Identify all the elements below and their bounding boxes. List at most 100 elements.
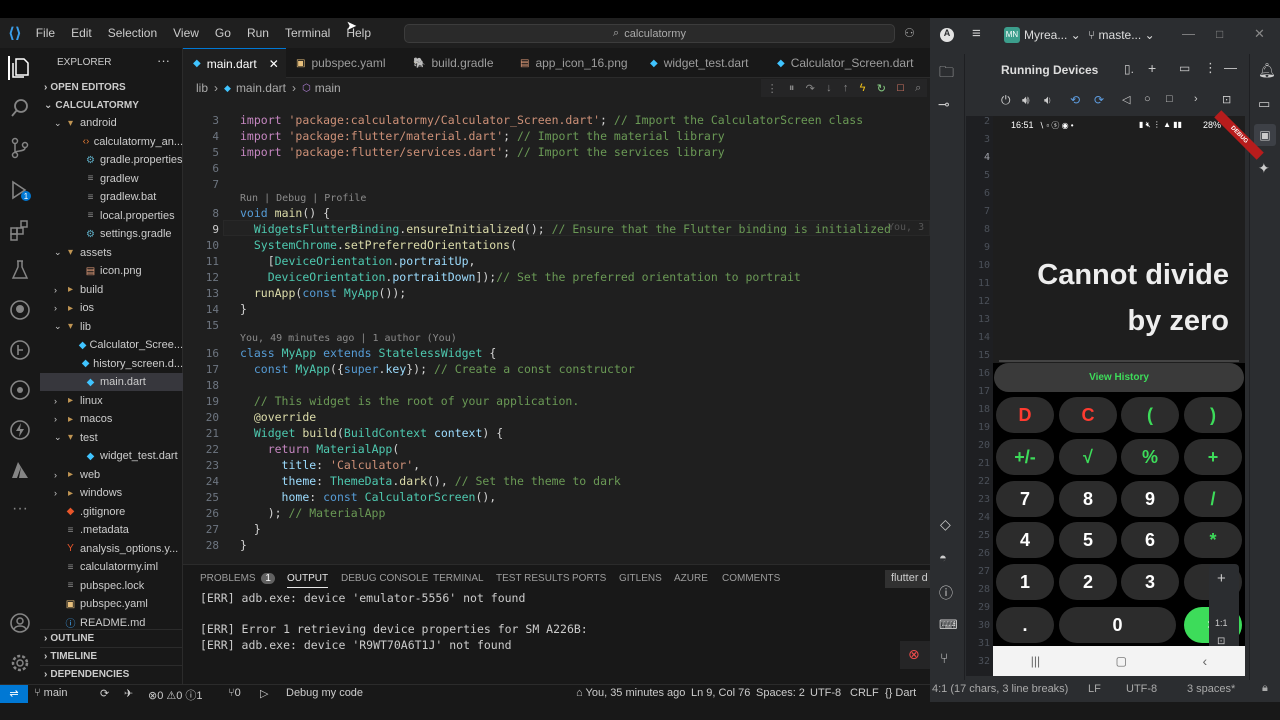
more-options-icon[interactable]: ⋮ [1204, 60, 1217, 76]
power-icon[interactable]: ⏻ [1001, 93, 1011, 108]
volume-up-icon[interactable]: 🔊︎ [1022, 93, 1030, 108]
explorer-item[interactable]: ⌄ ▾ assets [40, 244, 183, 262]
key-9[interactable]: 9 [1121, 481, 1179, 517]
key-clear[interactable]: C [1059, 397, 1117, 433]
panel-tab-comments[interactable]: COMMENTS [722, 573, 780, 584]
extensions-icon[interactable] [8, 218, 32, 242]
account-icon[interactable] [8, 611, 32, 635]
tab-widget-test-dart[interactable]: ◆ widget_test.dart [640, 48, 767, 78]
restart-icon[interactable]: ↻ [877, 82, 886, 95]
code-lens-blame[interactable]: You, 49 minutes ago | 1 author (You) [240, 333, 457, 344]
testing-flask-icon[interactable] [8, 258, 32, 282]
project-root-section[interactable]: ⌄ CALCULATORMY [40, 96, 183, 114]
key-8[interactable]: 8 [1059, 481, 1117, 517]
error-notification-icon[interactable]: ⊗ [900, 641, 930, 669]
key-plus-minus[interactable]: +/- [996, 439, 1054, 475]
explorer-item[interactable]: ◆ history_screen.d... [40, 355, 183, 373]
language-mode[interactable]: {} Dart [885, 687, 916, 699]
more-icon[interactable]: ··· [8, 500, 32, 524]
command-center-search[interactable]: ⌕ calculatormy [404, 24, 895, 43]
source-control-icon[interactable] [8, 136, 32, 160]
explorer-item[interactable]: ⌄ ▾ lib [40, 318, 183, 336]
sync-icon[interactable]: ⟳ [100, 687, 109, 700]
android-robot-icon[interactable]: ◓ [939, 550, 947, 565]
breadcrumb-folder[interactable]: lib [196, 81, 208, 95]
outline-section[interactable]: › OUTLINE [40, 629, 183, 647]
close-window-icon[interactable]: ✕ [1254, 26, 1265, 42]
key-4[interactable]: 4 [996, 522, 1054, 558]
step-into-icon[interactable]: ↓ [826, 82, 832, 94]
hot-reload-icon[interactable]: ϟ [860, 82, 866, 94]
overview-button-icon[interactable]: □ [1166, 93, 1173, 105]
project-selector[interactable]: Myrea... ⌄ [1024, 28, 1081, 42]
rotate-left-icon[interactable]: ⟲ [1070, 93, 1080, 107]
line-endings[interactable]: CRLF [850, 687, 879, 699]
key-0[interactable]: 0 [1059, 607, 1176, 643]
phone-screen[interactable]: 16:51 ∖ ▫ ⓢ ◉ • ▮ 🔇︎ ⋮ ▲ ▮▮ 28% DEBUG Ca… [993, 110, 1264, 676]
key-open-paren[interactable]: ( [1121, 397, 1179, 433]
key-2[interactable]: 2 [1059, 564, 1117, 600]
explorer-item[interactable]: ≡ gradlew.bat [40, 188, 183, 206]
home-nav-icon[interactable]: ▢ [1116, 654, 1127, 668]
volume-down-icon[interactable]: 🔉︎ [1044, 93, 1052, 108]
debug-config[interactable]: Debug my code [286, 687, 363, 699]
view-history-button[interactable]: View History [994, 363, 1244, 392]
explorer-item[interactable]: Yanalysis_options.y... [40, 540, 183, 558]
search-icon[interactable]: ⌕ [915, 82, 921, 95]
output-channel-select[interactable]: flutter d [885, 570, 930, 588]
tab-pubspec-yaml[interactable]: ▣ pubspec.yaml [286, 48, 403, 78]
drag-handle-icon[interactable]: ⋮ [767, 82, 778, 95]
panel-tab-problems[interactable]: PROBLEMS 1 [200, 573, 275, 584]
menu-go[interactable]: Go [215, 26, 231, 40]
explorer-item[interactable]: ≡ .metadata [40, 521, 183, 539]
remote-explorer-icon[interactable] [8, 378, 32, 402]
explorer-more-icon[interactable]: ··· [157, 53, 170, 68]
explorer-item[interactable]: ⚙ gradle.properties [40, 151, 183, 169]
lock-icon[interactable]: 🔒︎ [1262, 682, 1268, 695]
flutter-lightning-icon[interactable] [8, 418, 32, 442]
zoom-ratio[interactable]: 1:1 [1215, 618, 1228, 628]
remote-indicator-icon[interactable]: ⇌ [0, 685, 28, 703]
panel-tab-azure[interactable]: AZURE [674, 573, 708, 584]
run-debug-icon[interactable]: 1 [8, 178, 32, 202]
explorer-item[interactable]: › ▸ build [40, 281, 183, 299]
back-nav-icon[interactable]: ‹ [1203, 653, 1208, 669]
code-lens-run[interactable]: Run | Debug | Profile [240, 193, 366, 204]
azure-icon[interactable] [8, 458, 32, 482]
zoom-in-icon[interactable]: + [1217, 570, 1226, 587]
hide-panel-icon[interactable]: — [1224, 60, 1237, 75]
device-manager-icon[interactable]: ▭ [1258, 96, 1270, 112]
explorer-item[interactable]: › ▸ windows [40, 484, 183, 502]
panel-tab-test-results[interactable]: TEST RESULTS [496, 573, 570, 584]
copilot-icon[interactable]: ⚇ [904, 26, 915, 40]
selection-info[interactable]: 4:1 (17 chars, 3 line breaks) [932, 683, 1068, 695]
debug-icon[interactable]: ▷ [260, 687, 268, 700]
explorer-item[interactable]: ‹› calculatormy_an... [40, 133, 183, 151]
panel-tab-output[interactable]: OUTPUT [287, 573, 329, 588]
panel-tab-terminal[interactable]: TERMINAL [433, 573, 484, 584]
menu-file[interactable]: File [36, 26, 55, 40]
project-folder-icon[interactable]: 🗀 [939, 62, 954, 87]
maximize-icon[interactable]: □ [1216, 27, 1223, 41]
explorer-item[interactable]: ◆ .gitignore [40, 503, 183, 521]
add-device-icon[interactable]: + [1148, 60, 1156, 76]
notifications-icon[interactable]: 🔔︎ [1258, 62, 1276, 79]
explorer-icon[interactable] [8, 56, 32, 80]
stop-icon[interactable]: □ [897, 82, 904, 94]
key-close-paren[interactable]: ) [1184, 397, 1242, 433]
gem-icon[interactable]: ◇ [940, 516, 951, 533]
recents-nav-icon[interactable]: ||| [1031, 654, 1040, 668]
hamburger-menu-icon[interactable]: ≡ [972, 25, 981, 42]
terminal-icon[interactable]: ⌨ [939, 617, 958, 633]
explorer-item[interactable]: ◆ widget_test.dart [40, 447, 183, 465]
tab-main-dart[interactable]: ◆ main.dart ✕ [183, 48, 286, 78]
home-button-icon[interactable]: ○ [1144, 93, 1151, 105]
menu-view[interactable]: View [173, 26, 199, 40]
explorer-item[interactable]: ≡ gradlew [40, 170, 183, 188]
search-icon[interactable] [8, 96, 32, 120]
explorer-item[interactable]: ⚙ settings.gradle [40, 225, 183, 243]
explorer-item[interactable]: ▤ icon.png [40, 262, 183, 280]
gitlens-icon[interactable] [8, 338, 32, 362]
breadcrumb-file[interactable]: main.dart [236, 81, 286, 95]
key-decimal[interactable]: . [996, 607, 1054, 643]
